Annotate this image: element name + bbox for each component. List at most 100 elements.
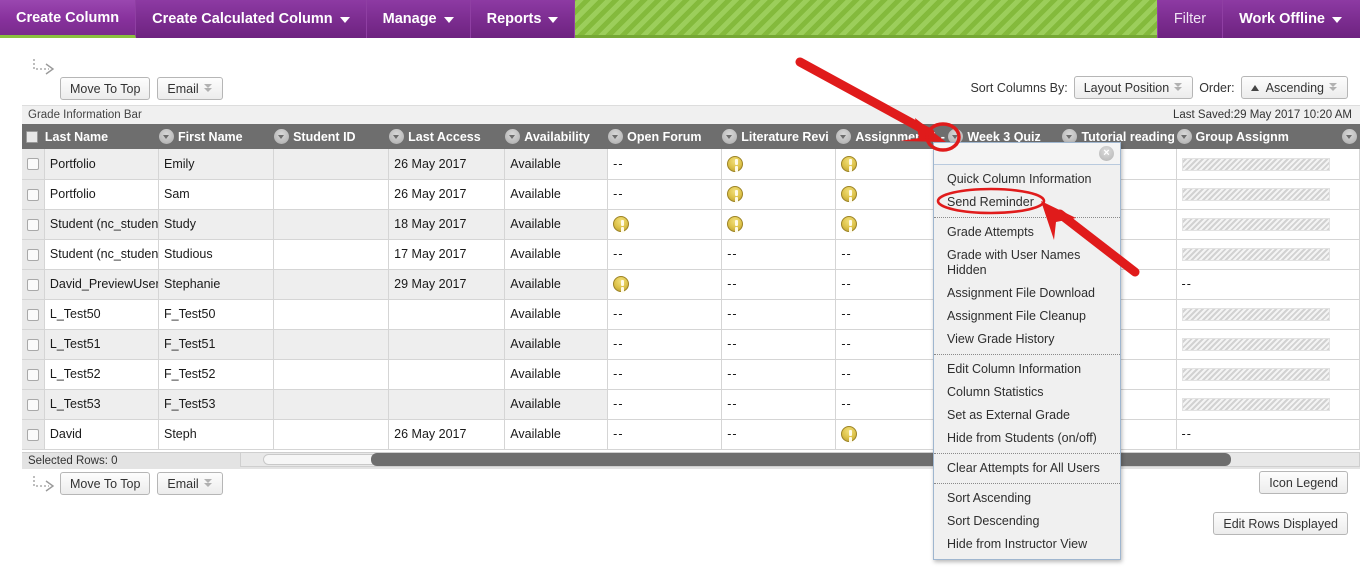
row-checkbox[interactable] — [27, 158, 39, 171]
column-header-last-access[interactable]: Last Access — [388, 124, 506, 149]
table-row[interactable]: L_Test51 F_Test51 Available -- -- -- — [22, 329, 1360, 360]
row-checkbox[interactable] — [27, 278, 39, 291]
table-row[interactable]: Portfolio Emily 26 May 2017 Available -- — [22, 149, 1360, 180]
cell-last-name[interactable]: Portfolio — [44, 149, 159, 180]
cell-last-name[interactable]: L_Test51 — [44, 329, 159, 360]
grade-cell[interactable]: -- — [607, 299, 723, 330]
grade-cell[interactable]: -- — [721, 389, 837, 420]
cell-availability[interactable]: Available — [504, 419, 609, 450]
grade-cell[interactable] — [721, 209, 837, 240]
grade-cell[interactable] — [607, 269, 723, 300]
cell-availability[interactable]: Available — [504, 389, 609, 420]
cell-last-name[interactable]: Student (nc_student — [44, 239, 159, 270]
grade-cell[interactable]: -- — [835, 299, 949, 330]
column-options-icon[interactable] — [389, 129, 405, 144]
grade-cell[interactable] — [1176, 179, 1360, 210]
grade-cell[interactable] — [607, 209, 723, 240]
grade-cell[interactable] — [1176, 209, 1360, 240]
cell-student-id[interactable] — [273, 179, 390, 210]
cell-last-name[interactable]: L_Test50 — [44, 299, 159, 330]
row-checkbox[interactable] — [27, 368, 39, 381]
cell-availability[interactable]: Available — [504, 149, 609, 180]
grade-cell[interactable] — [1176, 329, 1360, 360]
create-calculated-column-button[interactable]: Create Calculated Column — [136, 0, 367, 38]
grade-cell[interactable]: -- — [1176, 269, 1360, 300]
cell-last-access[interactable] — [388, 359, 506, 390]
grade-cell[interactable]: -- — [835, 269, 949, 300]
grade-cell[interactable] — [1176, 359, 1360, 390]
cell-availability[interactable]: Available — [504, 269, 609, 300]
cell-student-id[interactable] — [273, 329, 390, 360]
cell-last-name[interactable]: David_PreviewUser — [44, 269, 159, 300]
grade-cell[interactable] — [1176, 149, 1360, 180]
cell-first-name[interactable]: Studious — [158, 239, 275, 270]
column-header-student-id[interactable]: Student ID — [273, 124, 390, 149]
cell-first-name[interactable]: Study — [158, 209, 275, 240]
table-row[interactable]: Portfolio Sam 26 May 2017 Available -- — [22, 179, 1360, 210]
cell-student-id[interactable] — [273, 269, 390, 300]
cell-availability[interactable]: Available — [504, 299, 609, 330]
edit-rows-displayed-button[interactable]: Edit Rows Displayed — [1213, 512, 1348, 535]
grade-cell[interactable]: -- — [607, 179, 723, 210]
cell-student-id[interactable] — [273, 359, 390, 390]
cell-availability[interactable]: Available — [504, 209, 609, 240]
sort-columns-by-select[interactable]: Layout Position — [1073, 76, 1194, 99]
email-button[interactable]: Email — [157, 77, 223, 100]
menu-item-hide-from-instructor-view[interactable]: Hide from Instructor View — [934, 533, 1120, 556]
column-options-icon[interactable] — [274, 129, 290, 144]
cell-student-id[interactable] — [273, 149, 390, 180]
cell-last-access[interactable] — [388, 329, 506, 360]
reports-button[interactable]: Reports — [470, 0, 576, 38]
grade-cell[interactable]: -- — [835, 239, 949, 270]
cell-last-name[interactable]: L_Test53 — [44, 389, 159, 420]
select-all-checkbox[interactable] — [25, 130, 38, 143]
column-options-icon[interactable] — [608, 129, 624, 144]
cell-first-name[interactable]: F_Test51 — [158, 329, 275, 360]
row-checkbox[interactable] — [27, 338, 39, 351]
cell-first-name[interactable]: Emily — [158, 149, 275, 180]
create-column-button[interactable]: Create Column — [0, 0, 137, 38]
cell-last-access[interactable]: 29 May 2017 — [388, 269, 506, 300]
column-header-last-name[interactable]: Last Name — [44, 124, 159, 149]
row-select-cell[interactable] — [22, 299, 45, 330]
cell-availability[interactable]: Available — [504, 329, 609, 360]
grade-cell[interactable]: -- — [835, 359, 949, 390]
grade-cell[interactable] — [721, 149, 837, 180]
column-header-group-assignment[interactable]: Group Assignm — [1176, 124, 1360, 149]
row-checkbox[interactable] — [27, 308, 39, 321]
cell-last-name[interactable]: L_Test52 — [44, 359, 159, 390]
bottom-move-to-top-button[interactable]: Move To Top — [60, 472, 151, 495]
row-select-cell[interactable] — [22, 239, 45, 270]
manage-button[interactable]: Manage — [366, 0, 471, 38]
bottom-email-button[interactable]: Email — [157, 472, 223, 495]
column-header-literature-review[interactable]: Literature Revi — [721, 124, 837, 149]
row-checkbox[interactable] — [27, 248, 39, 261]
column-header-assignment-1[interactable]: Assignment 1 - — [835, 124, 949, 149]
grade-cell[interactable]: -- — [607, 239, 723, 270]
cell-last-access[interactable]: 17 May 2017 — [388, 239, 506, 270]
cell-last-access[interactable]: 26 May 2017 — [388, 419, 506, 450]
row-select-cell[interactable] — [22, 269, 45, 300]
cell-last-name[interactable]: Portfolio — [44, 179, 159, 210]
menu-item-sort-ascending[interactable]: Sort Ascending — [934, 487, 1120, 510]
grade-cell[interactable] — [1176, 389, 1360, 420]
order-select[interactable]: Ascending — [1240, 76, 1348, 99]
row-checkbox[interactable] — [27, 398, 39, 411]
grade-cell[interactable] — [835, 149, 949, 180]
grade-cell[interactable]: -- — [607, 329, 723, 360]
cell-availability[interactable]: Available — [504, 359, 609, 390]
menu-item-edit-column-information[interactable]: Edit Column Information — [934, 358, 1120, 381]
cell-student-id[interactable] — [273, 389, 390, 420]
menu-item-quick-column-information[interactable]: Quick Column Information — [934, 168, 1120, 191]
cell-last-name[interactable]: David — [44, 419, 159, 450]
menu-item-view-grade-history[interactable]: View Grade History — [934, 328, 1120, 351]
work-offline-button[interactable]: Work Offline — [1223, 0, 1360, 38]
grade-cell[interactable]: -- — [607, 419, 723, 450]
cell-availability[interactable]: Available — [504, 239, 609, 270]
cell-last-access[interactable] — [388, 389, 506, 420]
grade-cell[interactable]: -- — [835, 329, 949, 360]
cell-last-access[interactable] — [388, 299, 506, 330]
table-row[interactable]: L_Test52 F_Test52 Available -- -- -- — [22, 359, 1360, 390]
cell-student-id[interactable] — [273, 299, 390, 330]
grade-cell[interactable]: -- — [607, 359, 723, 390]
